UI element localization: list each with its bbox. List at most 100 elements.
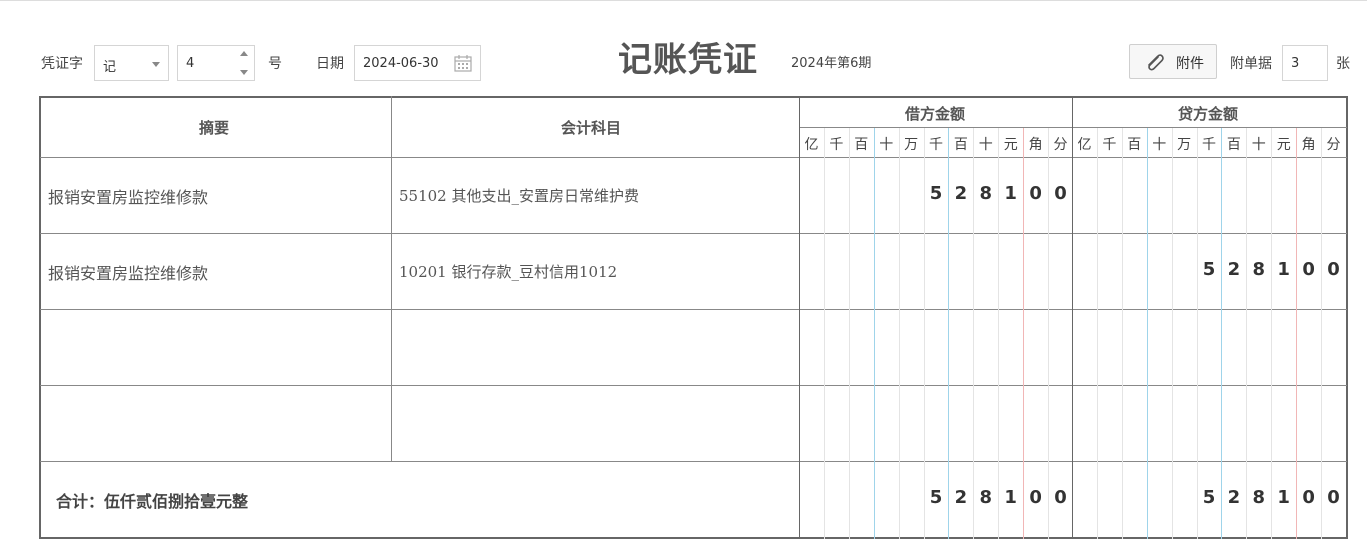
total-debit-digit: 0 xyxy=(1029,487,1042,508)
col-credit-header: 贷方金额 xyxy=(1178,105,1239,123)
period-label: 2024年第6期 xyxy=(791,56,872,71)
voucher-word-select[interactable]: 记 xyxy=(94,45,169,81)
col-divider xyxy=(391,96,392,461)
attachment-button[interactable]: 附件 xyxy=(1129,44,1217,79)
col-debit-header: 借方金额 xyxy=(905,105,966,123)
digit-column-line xyxy=(874,128,875,539)
voucher-number-stepper[interactable]: 4 xyxy=(177,45,255,81)
debit-digit: 0 xyxy=(1029,183,1042,204)
number-suffix: 号 xyxy=(268,56,282,72)
col-account-header: 会计科目 xyxy=(561,119,622,137)
total-debit-digit: 2 xyxy=(954,487,968,508)
col-divider xyxy=(799,96,800,539)
attach-count-unit: 张 xyxy=(1336,56,1350,72)
credit-digit: 0 xyxy=(1327,259,1340,280)
credit-unit-label: 角 xyxy=(1301,137,1316,153)
debit-unit-label: 分 xyxy=(1053,137,1068,153)
debit-digit: 5 xyxy=(929,183,943,204)
credit-unit-label: 千 xyxy=(1202,137,1216,153)
date-label: 日期 xyxy=(316,56,344,72)
credit-unit-label: 亿 xyxy=(1077,137,1092,153)
digit-column-line xyxy=(1221,128,1222,539)
attach-count-value: 3 xyxy=(1291,56,1300,71)
calendar-icon[interactable] xyxy=(454,54,472,72)
row-divider xyxy=(40,385,1347,386)
digit-column-line xyxy=(824,128,825,539)
row-divider xyxy=(40,461,1347,462)
paperclip-icon xyxy=(1148,54,1164,71)
voucher-word-value: 记 xyxy=(103,60,117,75)
page-title: 记账凭证 xyxy=(618,40,758,80)
row-divider xyxy=(40,157,1347,158)
debit-unit-label: 十 xyxy=(879,137,894,153)
debit-unit-label: 百 xyxy=(953,137,968,153)
col-divider xyxy=(1072,96,1073,539)
digit-column-line xyxy=(1271,128,1272,539)
debit-unit-label: 万 xyxy=(904,137,919,153)
debit-digit: 8 xyxy=(979,183,993,204)
credit-unit-label: 分 xyxy=(1326,137,1341,153)
credit-unit-label: 万 xyxy=(1177,137,1192,153)
row-2-summary[interactable]: 报销安置房监控维修款 xyxy=(48,260,208,284)
total-credit-digit: 5 xyxy=(1202,487,1216,508)
total-debit-digit: 1 xyxy=(1004,487,1017,508)
debit-unit-label: 千 xyxy=(829,137,844,153)
credit-digit: 2 xyxy=(1227,259,1241,280)
amount-header-divider xyxy=(799,127,1347,128)
attachment-button-label: 附件 xyxy=(1176,56,1204,72)
digit-column-line xyxy=(1172,128,1173,539)
digit-column-line xyxy=(1197,128,1198,539)
total-debit-digit: 0 xyxy=(1054,487,1067,508)
debit-unit-label: 十 xyxy=(978,137,993,153)
digit-column-line xyxy=(1246,128,1247,539)
total-credit-digit: 0 xyxy=(1302,487,1315,508)
attach-count-label: 附单据 xyxy=(1230,56,1272,72)
credit-unit-label: 百 xyxy=(1127,137,1142,153)
credit-unit-label: 千 xyxy=(1102,137,1117,153)
digit-column-line xyxy=(1122,128,1123,539)
debit-digit: 2 xyxy=(954,183,968,204)
total-label: 合计：伍仟贰佰捌拾壹元整 xyxy=(56,492,249,511)
digit-column-line xyxy=(1097,128,1098,539)
spin-up-icon[interactable] xyxy=(240,51,248,56)
credit-unit-label: 百 xyxy=(1226,137,1241,153)
debit-digit: 0 xyxy=(1054,183,1067,204)
total-debit-digit: 8 xyxy=(979,487,993,508)
voucher-word-label: 凭证字 xyxy=(41,56,83,72)
digit-column-line xyxy=(1147,128,1148,539)
date-input[interactable]: 2024-06-30 xyxy=(354,45,481,81)
spin-down-icon[interactable] xyxy=(240,70,248,75)
digit-column-line xyxy=(849,128,850,539)
credit-digit: 0 xyxy=(1302,259,1315,280)
chevron-down-icon xyxy=(152,62,160,67)
attach-count-input[interactable]: 3 xyxy=(1282,45,1328,81)
debit-unit-label: 元 xyxy=(1003,137,1018,153)
voucher-number-value: 4 xyxy=(186,56,195,71)
digit-column-line xyxy=(1296,128,1297,539)
digit-column-line xyxy=(899,128,900,539)
total-credit-digit: 1 xyxy=(1277,487,1290,508)
debit-unit-label: 亿 xyxy=(804,137,819,153)
debit-unit-label: 千 xyxy=(929,137,943,153)
total-credit-digit: 8 xyxy=(1252,487,1266,508)
row-1-account[interactable]: 55102 其他支出_安置房日常维护费 xyxy=(399,185,639,206)
row-1-summary[interactable]: 报销安置房监控维修款 xyxy=(48,184,208,208)
top-divider xyxy=(0,0,1367,1)
row-divider xyxy=(40,233,1347,234)
credit-unit-label: 十 xyxy=(1152,137,1167,153)
credit-digit: 1 xyxy=(1277,259,1290,280)
credit-unit-label: 元 xyxy=(1276,137,1291,153)
date-value: 2024-06-30 xyxy=(363,56,439,71)
debit-unit-label: 百 xyxy=(854,137,869,153)
row-2-account[interactable]: 10201 银行存款_豆村信用1012 xyxy=(399,261,617,282)
debit-digit: 1 xyxy=(1004,183,1017,204)
debit-unit-label: 角 xyxy=(1028,137,1043,153)
credit-digit: 5 xyxy=(1202,259,1216,280)
row-divider xyxy=(40,309,1347,310)
voucher-table xyxy=(39,96,1348,539)
digit-column-line xyxy=(1321,128,1322,539)
total-credit-digit: 2 xyxy=(1227,487,1241,508)
total-credit-digit: 0 xyxy=(1327,487,1340,508)
credit-unit-label: 十 xyxy=(1251,137,1266,153)
col-summary-header: 摘要 xyxy=(199,119,230,137)
